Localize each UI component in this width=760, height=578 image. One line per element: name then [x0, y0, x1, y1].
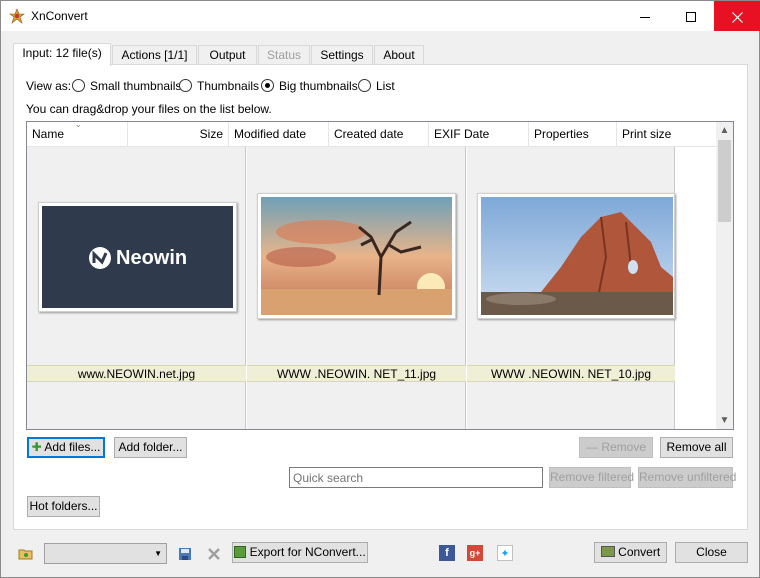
- radio-big-thumbnails[interactable]: Big thumbnails: [261, 79, 358, 93]
- maximize-icon: [686, 12, 696, 23]
- maximize-button[interactable]: [668, 1, 714, 31]
- sort-desc-icon: ⌄: [75, 121, 82, 129]
- thumbnail: Neowin: [38, 202, 237, 312]
- remove-button[interactable]: — Remove: [579, 437, 653, 458]
- column-header-exif-date[interactable]: EXIF Date: [429, 122, 529, 147]
- title-bar: XnConvert: [1, 1, 760, 31]
- minimize-button[interactable]: [622, 1, 668, 31]
- button-label: Export for NConvert...: [249, 545, 366, 559]
- preset-dropdown[interactable]: ▼: [44, 543, 167, 564]
- radio-label: List: [376, 79, 395, 93]
- button-label: Remove: [601, 440, 647, 454]
- radio-list[interactable]: List: [358, 79, 395, 93]
- twitter-icon[interactable]: ✦: [497, 545, 513, 561]
- thumbnail: [257, 193, 456, 319]
- neowin-logo-icon: [89, 247, 111, 269]
- export-nconvert-button[interactable]: Export for NConvert...: [232, 542, 368, 563]
- list-header: ⌄ Name Size Modified date Created date E…: [27, 122, 717, 147]
- radio-thumbnails[interactable]: Thumbnails: [179, 79, 259, 93]
- drag-drop-hint: You can drag&drop your files on the list…: [26, 102, 272, 116]
- column-header-created-date[interactable]: Created date: [329, 122, 429, 147]
- minimize-icon: [640, 16, 650, 18]
- tab-actions[interactable]: Actions [1/1]: [112, 45, 197, 65]
- tree-sunset-thumbnail-image: [261, 197, 452, 315]
- thumbnail: [477, 193, 675, 319]
- column-header-modified-date[interactable]: Modified date: [229, 122, 329, 147]
- file-name: WWW .NEOWIN. NET_11.jpg: [247, 365, 466, 382]
- view-as-label: View as:: [26, 79, 72, 93]
- file-name: www.NEOWIN.net.jpg: [27, 365, 246, 382]
- column-header-name[interactable]: ⌄ Name: [27, 122, 128, 147]
- xnconvert-logo-icon: [9, 8, 25, 24]
- radio-label: Thumbnails: [197, 79, 260, 93]
- tab-about[interactable]: About: [374, 45, 424, 65]
- remove-minus-icon: —: [585, 440, 598, 454]
- remove-unfiltered-button[interactable]: Remove unfiltered: [638, 467, 736, 488]
- list-item[interactable]: Neowin www.NEOWIN.net.jpg: [27, 147, 246, 429]
- list-item[interactable]: WWW .NEOWIN. NET_10.jpg: [467, 147, 675, 429]
- list-item[interactable]: WWW .NEOWIN. NET_11.jpg: [247, 147, 466, 429]
- radio-label: Big thumbnails: [279, 79, 358, 93]
- add-plus-icon: ✚: [31, 440, 42, 454]
- radio-indicator-selected: [261, 79, 274, 92]
- radio-indicator: [72, 79, 85, 92]
- radio-indicator: [179, 79, 192, 92]
- close-icon: [731, 11, 743, 23]
- scroll-down-icon[interactable]: ▼: [716, 412, 733, 429]
- column-header-print-size[interactable]: Print size: [617, 122, 717, 147]
- quick-search-input[interactable]: [289, 467, 543, 488]
- close-button[interactable]: Close: [675, 542, 748, 563]
- column-header-properties[interactable]: Properties: [529, 122, 617, 147]
- google-plus-icon[interactable]: g+: [467, 545, 483, 561]
- file-name: WWW .NEOWIN. NET_10.jpg: [467, 365, 675, 382]
- close-window-button[interactable]: [714, 1, 760, 31]
- hot-folders-button[interactable]: Hot folders...: [27, 496, 100, 517]
- remove-all-button[interactable]: Remove all: [660, 437, 733, 458]
- chevron-down-icon: ▼: [154, 549, 162, 558]
- thumbnail-logo-text: Neowin: [116, 247, 188, 269]
- radio-indicator: [358, 79, 371, 92]
- delete-x-icon[interactable]: [206, 546, 222, 562]
- neowin-thumbnail-image: Neowin: [42, 206, 233, 308]
- vertical-scrollbar[interactable]: ▲ ▼: [716, 122, 733, 429]
- radio-small-thumbnails[interactable]: Small thumbnails: [72, 79, 181, 93]
- facebook-icon[interactable]: f: [439, 545, 455, 561]
- scroll-thumb[interactable]: [718, 140, 731, 222]
- button-label: Add files...: [44, 440, 101, 454]
- window-title: XnConvert: [31, 9, 88, 23]
- add-folder-button[interactable]: Add folder...: [114, 437, 187, 458]
- radio-label: Small thumbnails: [90, 79, 182, 93]
- file-list[interactable]: ⌄ Name Size Modified date Created date E…: [26, 121, 734, 430]
- scroll-up-icon[interactable]: ▲: [716, 122, 733, 139]
- remove-filtered-button[interactable]: Remove filtered: [549, 467, 634, 488]
- tab-settings[interactable]: Settings: [311, 45, 373, 65]
- convert-icon: [600, 546, 615, 557]
- export-icon: [234, 546, 247, 558]
- main-window: XnConvert Input: 12 file(s) Actions [1/1…: [0, 0, 760, 578]
- open-folder-icon[interactable]: [18, 546, 34, 562]
- rock-arch-thumbnail-image: [481, 197, 673, 315]
- add-files-button[interactable]: ✚ Add files...: [27, 437, 105, 458]
- convert-button[interactable]: Convert: [594, 542, 667, 563]
- save-disk-icon[interactable]: [177, 546, 193, 562]
- tab-output[interactable]: Output: [198, 45, 257, 65]
- column-header-size[interactable]: Size: [128, 122, 229, 147]
- tab-status[interactable]: Status: [258, 45, 310, 65]
- thumbnail-grid: Neowin www.NEOWIN.net.jpg WWW .NEOWIN. N…: [27, 147, 675, 429]
- button-label: Convert: [618, 545, 661, 559]
- column-label: Name: [32, 127, 65, 141]
- tab-input[interactable]: Input: 12 file(s): [13, 43, 111, 66]
